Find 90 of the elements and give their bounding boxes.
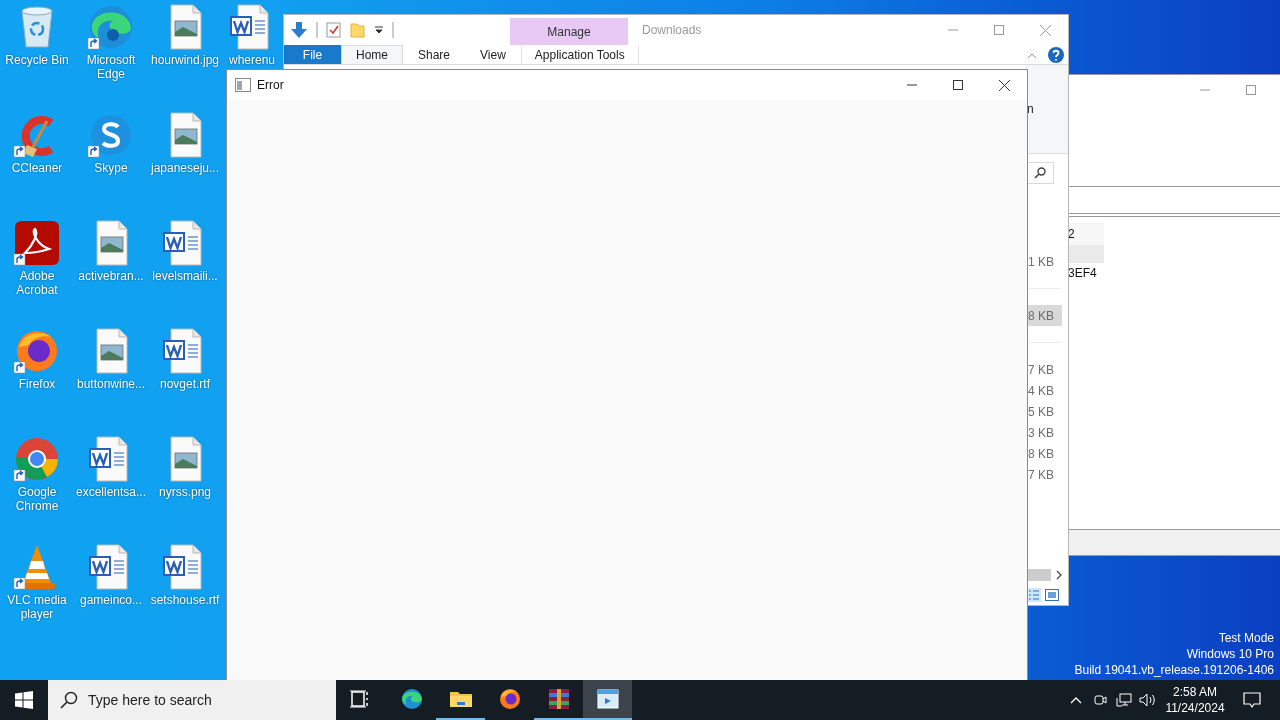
- chevron-up-icon: [1070, 696, 1082, 704]
- caret-icon[interactable]: [374, 24, 384, 36]
- icon-label: setshouse.rtf: [149, 593, 221, 607]
- system-info-text: Test Mode: [1218, 630, 1274, 646]
- icon-label: Microsoft Edge: [85, 53, 137, 81]
- table-cell-text: 3EF4: [1068, 265, 1098, 282]
- maximize-icon: [953, 80, 963, 90]
- desktop-icon[interactable]: CCleaner: [0, 111, 74, 175]
- speaker-icon: [1139, 693, 1157, 707]
- desktop-icon[interactable]: gameinco...: [74, 543, 148, 607]
- icon-label: buttonwine...: [75, 377, 146, 391]
- browser-icon: [497, 687, 522, 711]
- chevron-right-icon[interactable]: [1055, 570, 1063, 580]
- icon-label: nyrss.png: [158, 485, 212, 499]
- icon-label: japaneseju...: [149, 161, 221, 175]
- ribbon-tab[interactable]: Application Tools: [520, 45, 639, 64]
- desktop-icon[interactable]: setshouse.rtf: [148, 543, 222, 607]
- file-size-cell-text: 7 KB: [1027, 361, 1055, 379]
- system-info-text: Build 19041.vb_release.191206-1406: [1074, 662, 1274, 678]
- large-icons-view-icon[interactable]: [1045, 589, 1059, 601]
- desktop-icon[interactable]: Google Chrome: [0, 435, 74, 513]
- application-window-icon: [595, 687, 620, 711]
- ribbon-tab[interactable]: File: [284, 45, 341, 64]
- system-info-text: Windows 10 Pro: [1186, 646, 1274, 662]
- table-cell: 2: [1068, 223, 1104, 245]
- ribbon-label: n: [1027, 102, 1034, 116]
- icon-label: VLC media player: [6, 593, 68, 621]
- desktop-icon[interactable]: buttonwine...: [74, 327, 148, 391]
- desktop-icon[interactable]: levelsmaili...: [148, 219, 222, 283]
- download-arrow-icon[interactable]: [290, 21, 308, 39]
- icon-label: Firefox: [17, 377, 57, 391]
- icon-label: Google Chrome: [14, 485, 60, 513]
- desktop-icon[interactable]: Skype: [74, 111, 148, 175]
- file-size-cell-text: 5 KB: [1027, 403, 1055, 421]
- icon-label: CCleaner: [10, 161, 64, 175]
- context-tab-header: Manage: [510, 18, 628, 46]
- desktop-icon[interactable]: novget.rtf: [148, 327, 222, 391]
- search-icon: [1034, 167, 1046, 179]
- taskbar-app-button[interactable]: [583, 680, 632, 720]
- file-size-cell-text: 3 KB: [1027, 424, 1055, 442]
- desktop-icon[interactable]: Firefox: [0, 327, 74, 391]
- maximize-icon: [994, 25, 1004, 35]
- date-text: 11/24/2024: [1165, 700, 1225, 716]
- desktop-icon[interactable]: excellentsa...: [74, 435, 148, 499]
- icon-label: Adobe Acrobat: [15, 269, 59, 297]
- desktop-icon[interactable]: Microsoft Edge: [74, 3, 148, 81]
- clock[interactable]: 2:58 AM 11/24/2024: [1160, 684, 1230, 716]
- file-size-cell-text: 1 KB: [1027, 253, 1055, 271]
- icon-label: activebran...: [77, 269, 145, 283]
- icon-label: Skype: [93, 161, 129, 175]
- desktop-icon[interactable]: Adobe Acrobat: [0, 219, 74, 297]
- separator-icon: [316, 22, 318, 38]
- desktop-icon[interactable]: nyrss.png: [148, 435, 222, 499]
- desktop-icon[interactable]: wherenu: [222, 3, 282, 67]
- windows-logo-icon: [15, 691, 33, 709]
- time-text: 2:58 AM: [1173, 684, 1217, 700]
- file-size-cell-text: 7 KB: [1027, 466, 1055, 484]
- properties-icon[interactable]: [326, 22, 342, 38]
- desktop-icon[interactable]: japaneseju...: [148, 111, 222, 175]
- file-size-cell: 8 KB: [1027, 305, 1062, 326]
- window-title: Downloads: [641, 23, 702, 37]
- network-icon: [1116, 693, 1132, 707]
- desktop-icon[interactable]: hourwind.jpg: [148, 3, 222, 67]
- window-title: Error: [256, 78, 284, 92]
- separator-icon: [392, 22, 394, 38]
- file-size-cell-text: 8 KB: [1027, 445, 1055, 463]
- browser-icon: [399, 687, 424, 711]
- icon-label: novget.rtf: [159, 377, 211, 391]
- archive-icon: [546, 687, 571, 711]
- icon-label: wherenu: [228, 53, 276, 67]
- icon-label: gameinco...: [78, 593, 143, 607]
- scrollbar-thumb[interactable]: [1027, 569, 1051, 581]
- icon-label: excellentsa...: [75, 485, 147, 499]
- ribbon-tab[interactable]: Home: [341, 45, 403, 64]
- file-size-cell-text: 4 KB: [1027, 382, 1055, 400]
- search-field[interactable]: Type here to search: [48, 680, 336, 720]
- icon-label: hourwind.jpg: [149, 53, 220, 67]
- desktop-icon[interactable]: activebran...: [74, 219, 148, 283]
- desktop-icon[interactable]: Recycle Bin: [0, 3, 74, 67]
- icon-label: levelsmaili...: [151, 269, 219, 283]
- desktop-icon[interactable]: VLC media player: [0, 543, 74, 621]
- maximize-icon: [1246, 85, 1256, 95]
- camera-icon: [1093, 693, 1107, 707]
- window-icon: [235, 78, 251, 92]
- close-icon: [998, 79, 1010, 91]
- search-icon: [60, 691, 78, 709]
- notification-icon: [1243, 691, 1261, 709]
- icon-label: Recycle Bin: [4, 53, 70, 67]
- close-icon: [1039, 24, 1051, 36]
- help-icon[interactable]: [1047, 45, 1065, 64]
